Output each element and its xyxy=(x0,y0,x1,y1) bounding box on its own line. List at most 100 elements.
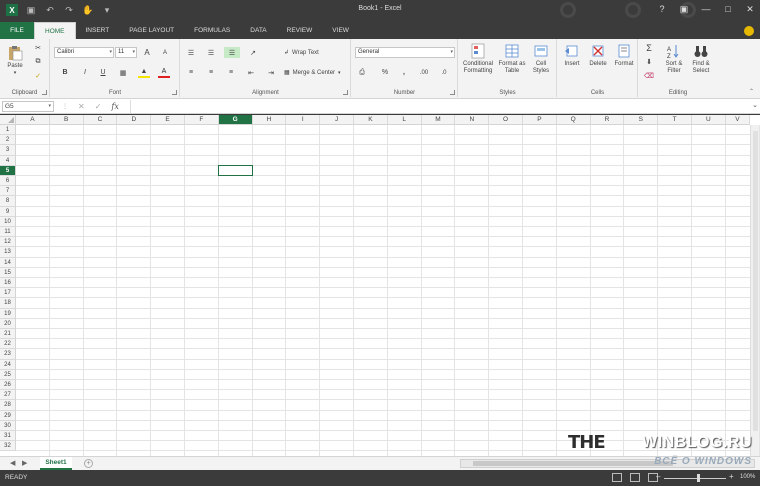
column-header[interactable]: L xyxy=(387,115,422,125)
row-header[interactable]: 16 xyxy=(0,278,16,289)
active-cell[interactable] xyxy=(217,164,253,176)
row-header[interactable]: 27 xyxy=(0,390,16,401)
column-header[interactable]: A xyxy=(16,115,50,125)
italic-button[interactable]: I xyxy=(79,67,91,78)
grow-font-button[interactable]: A xyxy=(141,47,153,58)
column-header[interactable]: S xyxy=(624,115,659,125)
font-name-dropdown[interactable]: Calibri ▾ xyxy=(54,47,114,58)
cancel-icon[interactable]: ✕ xyxy=(78,102,85,111)
zoom-level[interactable]: 100% xyxy=(740,474,755,480)
fill-icon[interactable]: ⬇ xyxy=(643,56,655,67)
row-header[interactable]: 5 xyxy=(0,165,16,176)
number-format-dropdown[interactable]: General ▾ xyxy=(355,47,455,58)
row-header[interactable]: 1 xyxy=(0,125,16,136)
paste-button[interactable]: Paste ▾ xyxy=(4,45,26,77)
column-header[interactable]: C xyxy=(83,115,118,125)
column-header[interactable]: F xyxy=(185,115,219,125)
wrap-text-button[interactable]: ↲ Wrap Text xyxy=(284,49,319,57)
decrease-decimal-icon[interactable]: .0 xyxy=(438,67,450,78)
underline-button[interactable]: U xyxy=(97,67,109,78)
tab-review[interactable]: REVIEW xyxy=(277,22,323,39)
ribbon-display-icon[interactable]: ▣ xyxy=(678,3,690,15)
enter-icon[interactable]: ✓ xyxy=(95,102,102,111)
row-header[interactable]: 21 xyxy=(0,329,16,340)
tab-data[interactable]: DATA xyxy=(240,22,276,39)
zoom-slider[interactable] xyxy=(664,478,726,479)
copy-icon[interactable]: ⧉ xyxy=(32,56,44,67)
tab-formulas[interactable]: FORMULAS xyxy=(184,22,240,39)
row-header[interactable]: 13 xyxy=(0,247,16,258)
cut-icon[interactable]: ✂ xyxy=(32,42,44,53)
row-header[interactable]: 7 xyxy=(0,186,16,197)
shrink-font-button[interactable]: A xyxy=(159,47,171,58)
row-header[interactable]: 32 xyxy=(0,441,16,452)
tab-file[interactable]: FILE xyxy=(0,22,34,39)
formula-input[interactable] xyxy=(130,100,750,113)
row-header[interactable]: 10 xyxy=(0,216,16,227)
new-sheet-icon[interactable]: + xyxy=(84,459,93,468)
close-icon[interactable]: ✕ xyxy=(744,3,756,15)
row-header[interactable]: 29 xyxy=(0,410,16,421)
maximize-icon[interactable]: □ xyxy=(722,3,734,15)
merge-center-button[interactable]: ▦ Merge & Center ▾ xyxy=(284,69,341,77)
zoom-slider-thumb[interactable] xyxy=(697,474,700,482)
column-header[interactable]: I xyxy=(286,115,321,125)
row-header[interactable]: 3 xyxy=(0,145,16,156)
insert-function-button[interactable]: fx xyxy=(111,102,118,111)
row-header[interactable]: 4 xyxy=(0,155,16,166)
help-icon[interactable]: ? xyxy=(656,3,668,15)
row-header[interactable]: 28 xyxy=(0,400,16,411)
page-layout-view-icon[interactable] xyxy=(630,473,640,482)
orientation-icon[interactable]: ↗ xyxy=(247,47,259,58)
row-header[interactable]: 22 xyxy=(0,339,16,350)
clear-icon[interactable]: ⌫ xyxy=(643,70,655,81)
column-header[interactable]: R xyxy=(590,115,625,125)
vertical-scroll-thumb[interactable] xyxy=(753,131,758,431)
align-middle-icon[interactable]: ☰ xyxy=(205,47,217,58)
column-header[interactable]: T xyxy=(658,115,692,125)
collapse-ribbon-icon[interactable]: ⌃ xyxy=(749,88,754,95)
fill-color-icon[interactable]: ▲ xyxy=(138,67,150,78)
column-header[interactable]: E xyxy=(151,115,185,125)
increase-decimal-icon[interactable]: .00 xyxy=(418,67,430,78)
row-header[interactable]: 18 xyxy=(0,298,16,309)
name-box[interactable]: G5 ▾ xyxy=(2,101,54,112)
delete-cells-button[interactable]: Delete xyxy=(585,43,611,68)
row-header[interactable]: 6 xyxy=(0,176,16,187)
row-header[interactable]: 30 xyxy=(0,420,16,431)
decrease-indent-icon[interactable]: ⇤ xyxy=(245,67,257,78)
format-as-table-button[interactable]: Format as Table xyxy=(497,43,527,75)
row-header[interactable]: 25 xyxy=(0,369,16,380)
row-header[interactable]: 19 xyxy=(0,308,16,319)
column-header[interactable]: J xyxy=(320,115,354,125)
column-header[interactable]: M xyxy=(421,115,456,125)
conditional-formatting-button[interactable]: Conditional Formatting xyxy=(461,43,495,75)
row-header[interactable]: 8 xyxy=(0,196,16,207)
percent-button[interactable]: % xyxy=(379,67,391,78)
align-bottom-icon[interactable]: ☰ xyxy=(224,47,240,58)
normal-view-icon[interactable] xyxy=(612,473,622,482)
sheet-tab-sheet1[interactable]: Sheet1 xyxy=(40,457,72,470)
borders-icon[interactable]: ▦ xyxy=(117,67,129,78)
font-size-dropdown[interactable]: 11 ▾ xyxy=(115,47,137,58)
increase-indent-icon[interactable]: ⇥ xyxy=(265,67,277,78)
row-header[interactable]: 15 xyxy=(0,267,16,278)
row-header[interactable]: 9 xyxy=(0,206,16,217)
column-header[interactable]: B xyxy=(49,115,84,125)
row-header[interactable]: 24 xyxy=(0,359,16,370)
tab-page-layout[interactable]: PAGE LAYOUT xyxy=(119,22,184,39)
align-top-icon[interactable]: ☰ xyxy=(185,47,197,58)
tab-insert[interactable]: INSERT xyxy=(76,22,120,39)
row-header[interactable]: 31 xyxy=(0,431,16,442)
column-header[interactable]: K xyxy=(354,115,388,125)
row-header[interactable]: 17 xyxy=(0,288,16,299)
format-painter-icon[interactable]: ✓ xyxy=(32,70,44,81)
number-launcher-icon[interactable] xyxy=(450,90,455,95)
minimize-icon[interactable]: — xyxy=(700,3,712,15)
insert-cells-button[interactable]: Insert xyxy=(560,43,584,68)
row-header[interactable]: 26 xyxy=(0,380,16,391)
cell-styles-button[interactable]: Cell Styles xyxy=(529,43,553,75)
align-right-icon[interactable]: ≡ xyxy=(225,67,237,78)
row-header[interactable]: 14 xyxy=(0,257,16,268)
align-left-icon[interactable]: ≡ xyxy=(185,67,197,78)
